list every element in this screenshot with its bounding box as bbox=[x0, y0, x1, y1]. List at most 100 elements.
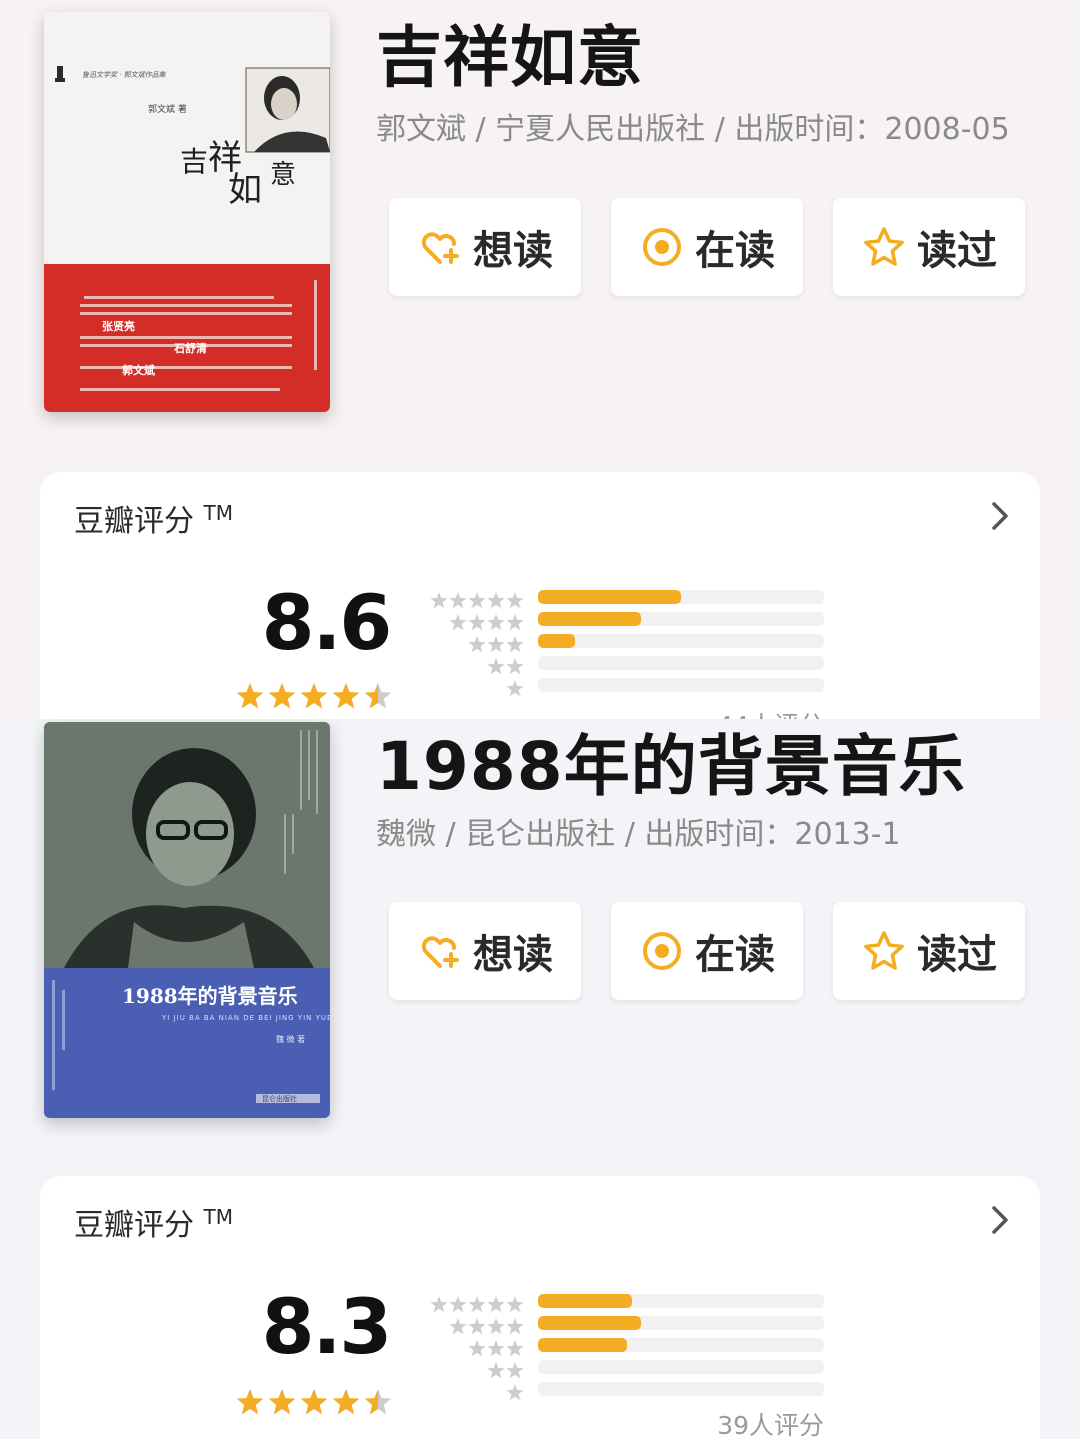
cover-title-char: 如 bbox=[228, 170, 262, 210]
distribution-bar-fill bbox=[538, 1338, 627, 1352]
star-icon bbox=[487, 1340, 505, 1357]
book-panel-1: 鲁迅文学奖 · 郭文斌作品集 郭文斌 著 吉 祥 如 意 张贤亮 石舒清 郭文斌… bbox=[0, 0, 1080, 720]
star-icon bbox=[506, 1340, 524, 1357]
cover-pinyin: YI JIU BA BA NIAN DE BEI JING YIN YUE bbox=[162, 1014, 330, 1022]
chevron-right-icon[interactable] bbox=[986, 1202, 1012, 1238]
book-panel-2: 1988年的背景音乐 YI JIU BA BA NIAN DE BEI JING… bbox=[0, 719, 1080, 1439]
star-icon-filled bbox=[236, 683, 264, 709]
distribution-star-labels bbox=[428, 590, 524, 700]
star-icon bbox=[487, 592, 505, 609]
reading-button[interactable]: 在读 bbox=[611, 198, 803, 296]
distribution-bar-3-star bbox=[538, 634, 824, 648]
star-icon bbox=[506, 1296, 524, 1313]
star-icon bbox=[506, 614, 524, 631]
distribution-star-row-1 bbox=[506, 680, 524, 697]
star-icon bbox=[430, 592, 448, 609]
distribution-star-row-5 bbox=[430, 592, 524, 609]
distribution-bar-fill bbox=[538, 590, 681, 604]
want-to-read-label: 想读 bbox=[473, 228, 553, 274]
star-icon bbox=[487, 636, 505, 653]
star-icon bbox=[506, 636, 524, 653]
book-meta: 魏微 / 昆仑出版社 / 出版时间：2013-1 bbox=[376, 817, 901, 852]
star-icon bbox=[487, 614, 505, 631]
star-icon-filled bbox=[236, 1389, 264, 1415]
want-to-read-label: 想读 bbox=[473, 932, 553, 978]
distribution-bar-2-star bbox=[538, 1360, 824, 1374]
read-label: 读过 bbox=[917, 228, 997, 274]
read-button[interactable]: 读过 bbox=[833, 902, 1025, 1000]
star-icon bbox=[487, 1362, 505, 1379]
distribution-bar-fill bbox=[538, 634, 576, 648]
star-icon-filled bbox=[268, 683, 296, 709]
target-icon bbox=[643, 932, 681, 970]
reading-label: 在读 bbox=[695, 932, 775, 978]
star-icon bbox=[468, 636, 486, 653]
rating-stars bbox=[236, 683, 392, 709]
distribution-star-row-2 bbox=[487, 658, 524, 675]
star-icon bbox=[506, 680, 524, 697]
book-cover-2-art bbox=[44, 722, 330, 1118]
star-icon-filled bbox=[300, 1389, 328, 1415]
book-title: 1988年的背景音乐 bbox=[376, 728, 966, 805]
distribution-bars bbox=[538, 1294, 824, 1404]
star-icon bbox=[430, 1296, 448, 1313]
star-icon bbox=[468, 1296, 486, 1313]
star-icon bbox=[468, 1340, 486, 1357]
star-icon bbox=[487, 1318, 505, 1335]
rating-card: 豆瓣评分 TM 8.3 39人评分 bbox=[40, 1176, 1040, 1439]
heart-plus-icon bbox=[421, 232, 459, 264]
star-icon bbox=[449, 614, 467, 631]
book-cover-2[interactable]: 1988年的背景音乐 YI JIU BA BA NIAN DE BEI JING… bbox=[44, 722, 330, 1118]
distribution-star-row-3 bbox=[468, 1340, 524, 1357]
distribution-bar-fill bbox=[538, 1316, 641, 1330]
star-icon bbox=[506, 658, 524, 675]
star-icon bbox=[506, 1318, 524, 1335]
distribution-bar-fill bbox=[538, 1294, 633, 1308]
distribution-bar-3-star bbox=[538, 1338, 824, 1352]
star-icon bbox=[449, 1296, 467, 1313]
read-button[interactable]: 读过 bbox=[833, 198, 1025, 296]
star-outline-icon bbox=[864, 931, 904, 970]
rating-count: 44人评分 bbox=[680, 706, 824, 720]
star-icon-filled bbox=[332, 683, 360, 709]
star-icon bbox=[449, 1318, 467, 1335]
distribution-star-row-1 bbox=[506, 1384, 524, 1401]
distribution-bar-4-star bbox=[538, 1316, 824, 1330]
distribution-bar-5-star bbox=[538, 1294, 824, 1308]
book-title: 吉祥如意 bbox=[376, 19, 644, 96]
cover-title-char: 意 bbox=[270, 160, 297, 190]
star-outline-icon bbox=[864, 227, 904, 266]
rating-card: 豆瓣评分 TM 8.6 44人评分 bbox=[40, 472, 1040, 720]
want-to-read-button[interactable]: 想读 bbox=[389, 198, 581, 296]
cover-title: 1988年的背景音乐 bbox=[122, 984, 298, 1008]
rating-card-label: 豆瓣评分 TM bbox=[74, 1205, 234, 1243]
star-icon bbox=[506, 1384, 524, 1401]
chevron-right-icon[interactable] bbox=[986, 498, 1012, 534]
cover-author: 魏 微 著 bbox=[276, 1035, 306, 1044]
distribution-star-row-4 bbox=[449, 1318, 524, 1335]
star-icon bbox=[487, 658, 505, 675]
book-cover-1[interactable]: 鲁迅文学奖 · 郭文斌作品集 郭文斌 著 吉 祥 如 意 张贤亮 石舒清 郭文斌 bbox=[44, 12, 330, 412]
distribution-star-row-3 bbox=[468, 636, 524, 653]
rating-count: 39人评分 bbox=[717, 1411, 824, 1439]
target-icon bbox=[643, 228, 681, 266]
cover-author: 郭文斌 著 bbox=[148, 105, 187, 115]
want-to-read-button[interactable]: 想读 bbox=[389, 902, 581, 1000]
distribution-bars bbox=[538, 590, 824, 700]
reading-button[interactable]: 在读 bbox=[611, 902, 803, 1000]
star-icon bbox=[506, 1362, 524, 1379]
distribution-bar-2-star bbox=[538, 656, 824, 670]
distribution-bar-1-star bbox=[538, 678, 824, 692]
star-icon bbox=[506, 592, 524, 609]
star-icon bbox=[468, 1318, 486, 1335]
distribution-star-labels bbox=[428, 1294, 524, 1404]
cover-series-line: 鲁迅文学奖 · 郭文斌作品集 bbox=[82, 71, 166, 79]
star-icon-filled bbox=[300, 683, 328, 709]
heart-plus-icon bbox=[421, 936, 459, 968]
distribution-bar-fill bbox=[538, 612, 641, 626]
distribution-star-row-5 bbox=[430, 1296, 524, 1313]
cover-title-char: 吉 bbox=[180, 145, 209, 178]
distribution-star-row-4 bbox=[449, 614, 524, 631]
distribution-bar-4-star bbox=[538, 612, 824, 626]
distribution-star-row-2 bbox=[487, 1362, 524, 1379]
